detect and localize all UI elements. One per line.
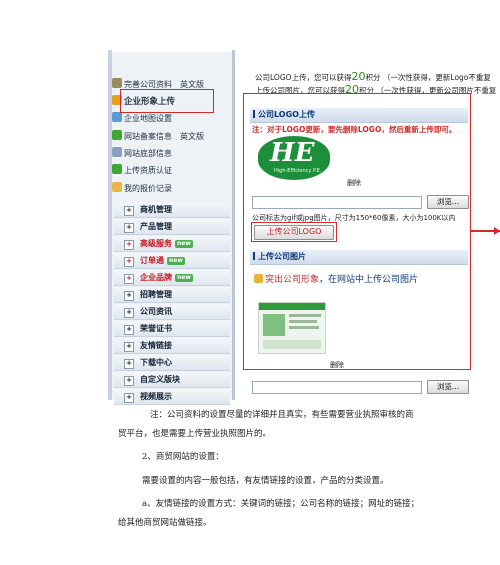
sidebar-section-label: 自定义版块 bbox=[140, 375, 180, 384]
expand-icon[interactable]: + bbox=[124, 274, 134, 284]
arrow-head-icon bbox=[494, 227, 500, 235]
sidebar-item-7[interactable]: 我的报价记录 bbox=[112, 182, 172, 196]
paragraph-links-line2: 给其他商贸网站做链接。 bbox=[118, 518, 212, 528]
new-badge-icon: new bbox=[175, 240, 193, 248]
company-image-thumbnail bbox=[258, 302, 326, 354]
sidebar-section-label: 产品管理 bbox=[140, 222, 172, 231]
paragraph-links-line1: a、友情链接的设置方式：关键词的链接；公司名称的链接；网址的链接； bbox=[142, 499, 420, 509]
sidebar-section-label: 高级服务 bbox=[140, 239, 172, 248]
sidebar-item-5[interactable]: 网站底部信息 bbox=[112, 147, 172, 161]
image-browse-button[interactable]: 浏览... bbox=[427, 380, 469, 394]
expand-icon[interactable]: + bbox=[124, 342, 134, 352]
sidebar-section-11[interactable]: + 自定义版块 bbox=[114, 372, 230, 388]
leaf-icon bbox=[112, 130, 122, 140]
sidebar-item-label: 我的报价记录 bbox=[124, 184, 172, 193]
sidebar-item-label: 上传资质认证 bbox=[124, 166, 172, 175]
sidebar-item-label: 网站备案信息 bbox=[124, 132, 172, 141]
page-icon bbox=[112, 147, 122, 157]
sidebar-item-label: 完善公司资料 bbox=[124, 80, 172, 89]
sidebar-section-3[interactable]: + 高级服务 new bbox=[114, 236, 230, 252]
sidebar-section-8[interactable]: + 荣誉证书 bbox=[114, 321, 230, 337]
sidebar-section-label: 公司资讯 bbox=[140, 307, 172, 316]
sidebar-section-4[interactable]: + 订单通 new bbox=[114, 253, 230, 269]
image-slogan: 突出公司形象，在网站中上传公司图片 bbox=[254, 272, 418, 285]
logo-browse-button[interactable]: 浏览... bbox=[427, 195, 469, 209]
folder-icon bbox=[254, 274, 263, 283]
document-icon bbox=[112, 78, 122, 88]
logo-delete-link[interactable]: 删除 bbox=[347, 178, 361, 188]
paragraph-settings: 需要设置的内容一般包括，有友情链接的设置，产品的分类设置。 bbox=[142, 476, 389, 486]
logo-panel-header: 公司LOGO上传 bbox=[250, 108, 468, 123]
sidebar-section-label: 友情链接 bbox=[140, 341, 172, 350]
highlight-frame bbox=[120, 89, 214, 113]
sidebar-item-3[interactable]: 企业地图设置 bbox=[112, 112, 172, 126]
expand-icon[interactable]: + bbox=[124, 308, 134, 318]
expand-icon[interactable]: + bbox=[124, 240, 134, 250]
sidebar-section-label: 荣誉证书 bbox=[140, 324, 172, 333]
sidebar-item-label: 企业地图设置 bbox=[124, 114, 172, 123]
sidebar-section-2[interactable]: + 产品管理 bbox=[114, 219, 230, 235]
expand-icon[interactable]: + bbox=[124, 393, 134, 403]
map-icon bbox=[112, 112, 122, 122]
upload-button-highlight bbox=[251, 222, 337, 242]
image-file-input[interactable] bbox=[252, 381, 422, 394]
logo-file-input[interactable] bbox=[252, 196, 422, 209]
sidebar-section-12[interactable]: + 视频展示 bbox=[114, 389, 230, 405]
sidebar-divider bbox=[232, 50, 235, 400]
sidebar-section-6[interactable]: + 招聘管理 bbox=[114, 287, 230, 303]
sidebar-section-10[interactable]: + 下载中心 bbox=[114, 355, 230, 371]
image-panel-header: 上传公司图片 bbox=[250, 250, 468, 265]
expand-icon[interactable]: + bbox=[124, 291, 134, 301]
sidebar-section-7[interactable]: + 公司资讯 bbox=[114, 304, 230, 320]
image-delete-link[interactable]: 删除 bbox=[330, 360, 344, 370]
english-version-link[interactable]: 英文版 bbox=[180, 132, 204, 141]
expand-icon[interactable]: + bbox=[124, 325, 134, 335]
company-logo: HE High-Efficiency P.E. bbox=[258, 136, 330, 180]
sidebar-section-label: 招聘管理 bbox=[140, 290, 172, 299]
sidebar-item-4[interactable]: 网站备案信息 英文版 bbox=[112, 130, 204, 144]
sidebar-section-label: 下载中心 bbox=[140, 358, 172, 367]
expand-icon[interactable]: + bbox=[124, 206, 134, 216]
new-badge-icon: new bbox=[175, 274, 193, 282]
sidebar-section-9[interactable]: + 友情链接 bbox=[114, 338, 230, 354]
sidebar-section-label: 订单通 bbox=[140, 256, 164, 265]
sidebar-section-1[interactable]: + 商机管理 bbox=[114, 202, 230, 218]
sidebar-section-label: 视频展示 bbox=[140, 392, 172, 401]
paragraph-note-line1: 注：公司资料的设置尽量的详细并且真实，有些需要营业执照审核的商 bbox=[150, 410, 414, 420]
sidebar-item-label: 网站底部信息 bbox=[124, 149, 172, 158]
expand-icon[interactable]: + bbox=[124, 223, 134, 233]
expand-icon[interactable]: + bbox=[124, 257, 134, 267]
logo-points-note: 公司LOGO上传，您可以获得20积分 （一次性获得，更新Logo不重复 bbox=[255, 70, 491, 83]
paragraph-note-line2: 贸平台，也是需要上传营业执照图片的。 bbox=[118, 429, 272, 439]
leaf-icon bbox=[112, 164, 122, 174]
sidebar-item-6[interactable]: 上传资质认证 bbox=[112, 164, 172, 178]
logo-warning: 注：对于LOGO更新，要先删除LOGO，然后重新上传即可。 bbox=[252, 125, 457, 134]
expand-icon[interactable]: + bbox=[124, 376, 134, 386]
expand-icon[interactable]: + bbox=[124, 359, 134, 369]
english-version-link[interactable]: 英文版 bbox=[180, 80, 204, 89]
new-badge-icon: new bbox=[167, 257, 185, 265]
sidebar-section-label: 企业品牌 bbox=[140, 273, 172, 282]
section-heading-2: 2、商贸网站的设置： bbox=[142, 452, 224, 462]
sidebar-section-5[interactable]: + 企业品牌 new bbox=[114, 270, 230, 286]
sidebar-section-label: 商机管理 bbox=[140, 205, 172, 214]
folder-icon bbox=[112, 182, 122, 192]
